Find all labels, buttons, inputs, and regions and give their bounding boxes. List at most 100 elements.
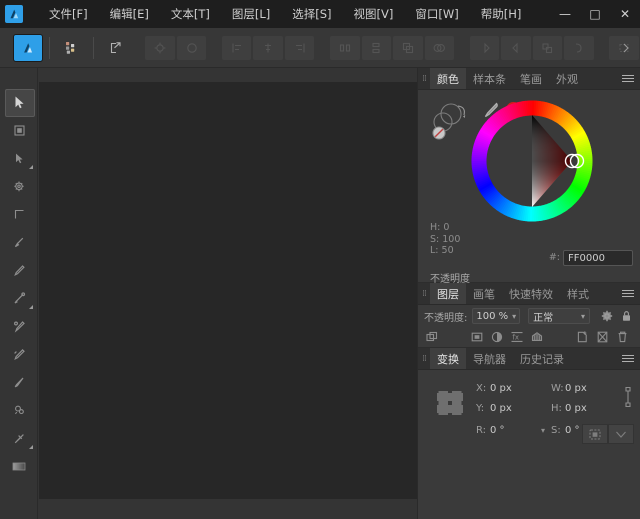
transform-anchor-icon[interactable]: [433, 388, 467, 418]
svg-text:fx: fx: [512, 334, 519, 342]
selection-brush-tool[interactable]: [0, 144, 38, 172]
boolean-add-icon[interactable]: [393, 36, 422, 60]
arrange-forward-icon[interactable]: [501, 36, 530, 60]
document-canvas[interactable]: [39, 82, 417, 499]
transform-x-field[interactable]: X: 0 px: [476, 383, 551, 394]
tab-history[interactable]: 历史记录: [513, 348, 571, 369]
transform-w-field[interactable]: W: 0 px: [551, 383, 626, 394]
layer-options-row: 不透明度: 100 % ▾ 正常 ▾: [418, 305, 640, 327]
blend-mode-value: 正常: [533, 309, 553, 324]
adjustment-layer-icon[interactable]: [489, 329, 505, 345]
canvas-area[interactable]: [38, 68, 417, 519]
tab-color[interactable]: 颜色: [430, 68, 466, 89]
x-value: 0 px: [490, 383, 512, 394]
transform-preview-icon[interactable]: [582, 424, 608, 444]
tab-stroke[interactable]: 笔画: [513, 68, 549, 89]
transform-y-field[interactable]: Y: 0 px: [476, 403, 551, 414]
assistant-icon[interactable]: [59, 35, 85, 61]
clone-brush-tool[interactable]: [0, 312, 38, 340]
maximize-button[interactable]: □: [580, 0, 610, 28]
distribute-v-icon[interactable]: [362, 36, 391, 60]
blur-brush-tool[interactable]: [0, 368, 38, 396]
snapshot-icon[interactable]: [145, 36, 174, 60]
arrange-front-icon[interactable]: [470, 36, 499, 60]
erase-brush-tool[interactable]: [0, 284, 38, 312]
panel-grip-icon[interactable]: ⁞⁞: [418, 348, 430, 369]
smudge-brush-tool[interactable]: [0, 396, 38, 424]
transform-row-yh: Y: 0 px H: 0 px: [476, 398, 626, 418]
tab-navigator[interactable]: 导航器: [466, 348, 513, 369]
arrange-back-icon[interactable]: [564, 36, 593, 60]
transform-r-field[interactable]: R: 0 ° ▾: [476, 425, 551, 436]
mask-layer-icon[interactable]: [469, 329, 485, 345]
panel-grip-icon[interactable]: ⁞⁞: [418, 283, 430, 304]
export-persona-icon[interactable]: [103, 35, 129, 61]
tab-layers[interactable]: 图层: [430, 283, 466, 304]
pencil-tool[interactable]: [0, 256, 38, 284]
lock-icon[interactable]: [618, 308, 634, 324]
delete-layer-icon[interactable]: [614, 329, 630, 345]
tab-transform[interactable]: 变换: [430, 348, 466, 369]
new-layer-icon[interactable]: [574, 329, 590, 345]
align-center-icon[interactable]: [253, 36, 282, 60]
menu-bar: 文件[F] 编辑[E] 文本[T] 图层[L] 选择[S] 视图[V] 窗口[W…: [0, 0, 640, 28]
menu-text[interactable]: 文本[T]: [160, 3, 221, 25]
menu-items: 文件[F] 编辑[E] 文本[T] 图层[L] 选择[S] 视图[V] 窗口[W…: [38, 3, 532, 25]
hue-value: 0: [443, 222, 449, 233]
crop-tool[interactable]: [0, 116, 38, 144]
panel-menu-icon[interactable]: [622, 353, 634, 365]
tool-flyout-indicator: [29, 305, 33, 309]
hex-input[interactable]: FF0000: [563, 250, 633, 266]
photo-persona-icon[interactable]: [14, 35, 42, 61]
hsl-color-wheel[interactable]: [469, 98, 595, 224]
menu-window[interactable]: 窗口[W]: [404, 3, 469, 25]
inpainting-brush-tool[interactable]: [0, 424, 38, 452]
chevron-down-icon[interactable]: ▾: [541, 426, 551, 435]
tab-effects[interactable]: 快速特效: [502, 283, 560, 304]
blend-mode-dropdown[interactable]: 正常 ▾: [528, 308, 590, 324]
fill-tool[interactable]: [0, 452, 38, 480]
layer-opacity-input[interactable]: 100 % ▾: [472, 308, 520, 324]
marquee-tool[interactable]: [0, 200, 38, 228]
macro-icon[interactable]: [177, 36, 206, 60]
panel-menu-icon[interactable]: [622, 288, 634, 300]
menu-view[interactable]: 视图[V]: [343, 3, 405, 25]
affinity-logo-icon[interactable]: [0, 0, 28, 28]
transform-h-field[interactable]: H: 0 px: [551, 403, 626, 414]
mask-group-icon[interactable]: [594, 329, 610, 345]
align-right-icon[interactable]: [285, 36, 314, 60]
distribute-h-icon[interactable]: [330, 36, 359, 60]
tab-styles[interactable]: 样式: [560, 283, 596, 304]
menu-edit[interactable]: 编辑[E]: [99, 3, 160, 25]
live-filter-icon[interactable]: [529, 329, 545, 345]
paint-brush-tool[interactable]: [0, 228, 38, 256]
fx-icon[interactable]: fx: [509, 329, 525, 345]
menu-help[interactable]: 帮助[H]: [470, 3, 533, 25]
menu-file[interactable]: 文件[F]: [38, 3, 99, 25]
minimize-button[interactable]: —: [550, 0, 580, 28]
duplicate-layer-icon[interactable]: [424, 329, 440, 345]
toolbar-overflow-icon[interactable]: [620, 41, 634, 55]
x-label: X:: [476, 383, 490, 394]
gear-icon[interactable]: [599, 308, 615, 324]
menu-layer[interactable]: 图层[L]: [221, 3, 281, 25]
panel-menu-icon[interactable]: [622, 73, 634, 85]
close-button[interactable]: ✕: [610, 0, 640, 28]
r-label: R:: [476, 425, 490, 436]
transform-apply-icon[interactable]: [608, 424, 634, 444]
panel-grip-icon[interactable]: ⁞⁞: [418, 68, 430, 89]
right-dock: ⁞⁞ 颜色 样本条 笔画 外观: [417, 68, 640, 519]
move-tool[interactable]: [0, 88, 38, 116]
flood-select-tool[interactable]: [0, 172, 38, 200]
dodge-brush-tool[interactable]: [0, 340, 38, 368]
main-toolbar: [0, 28, 640, 68]
align-left-icon[interactable]: [222, 36, 251, 60]
transform-row-xw: X: 0 px W: 0 px: [476, 378, 626, 398]
tab-swatches[interactable]: 样本条: [466, 68, 513, 89]
tab-appearance[interactable]: 外观: [549, 68, 585, 89]
tab-brushes[interactable]: 画笔: [466, 283, 502, 304]
boolean-subtract-icon[interactable]: [425, 36, 454, 60]
menu-select[interactable]: 选择[S]: [281, 3, 342, 25]
link-ratio-icon[interactable]: [622, 386, 634, 408]
arrange-backward-icon[interactable]: [533, 36, 562, 60]
